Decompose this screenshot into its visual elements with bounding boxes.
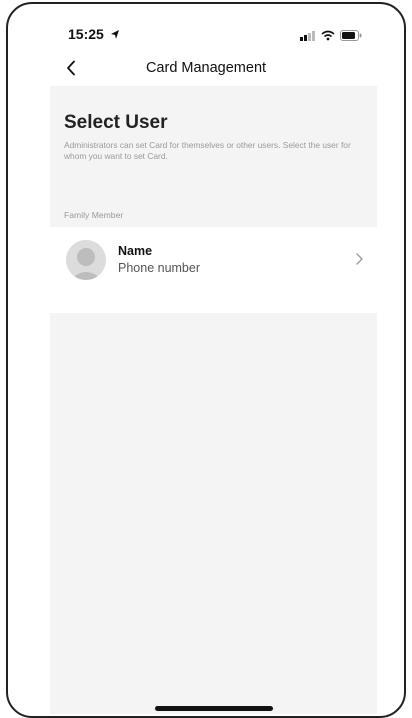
chevron-right-icon — [351, 249, 367, 269]
status-time: 15:25 — [68, 26, 104, 42]
user-name: Name — [118, 244, 153, 258]
section-heading: Select User — [64, 112, 168, 133]
family-member-label: Family Member — [64, 210, 124, 220]
status-bar: 15:25 — [8, 4, 404, 48]
wifi-icon — [321, 28, 335, 46]
cellular-signal-icon — [300, 28, 316, 46]
user-list-item[interactable]: Name Phone number — [50, 227, 377, 313]
status-icons — [300, 28, 362, 46]
battery-icon — [340, 28, 362, 46]
section-description: Administrators can set Card for themselv… — [64, 140, 351, 161]
select-user-panel: Select User Administrators can set Card … — [50, 86, 377, 714]
page-title: Card Management — [145, 60, 267, 76]
home-indicator[interactable] — [155, 706, 273, 711]
user-phone-number: Phone number — [118, 261, 201, 275]
navigation-bar: Card Management — [8, 54, 404, 86]
default-avatar-icon — [66, 240, 106, 280]
location-arrow-icon — [110, 27, 120, 45]
phone-frame: 15:25 Card Management Select User Admini… — [6, 2, 406, 718]
